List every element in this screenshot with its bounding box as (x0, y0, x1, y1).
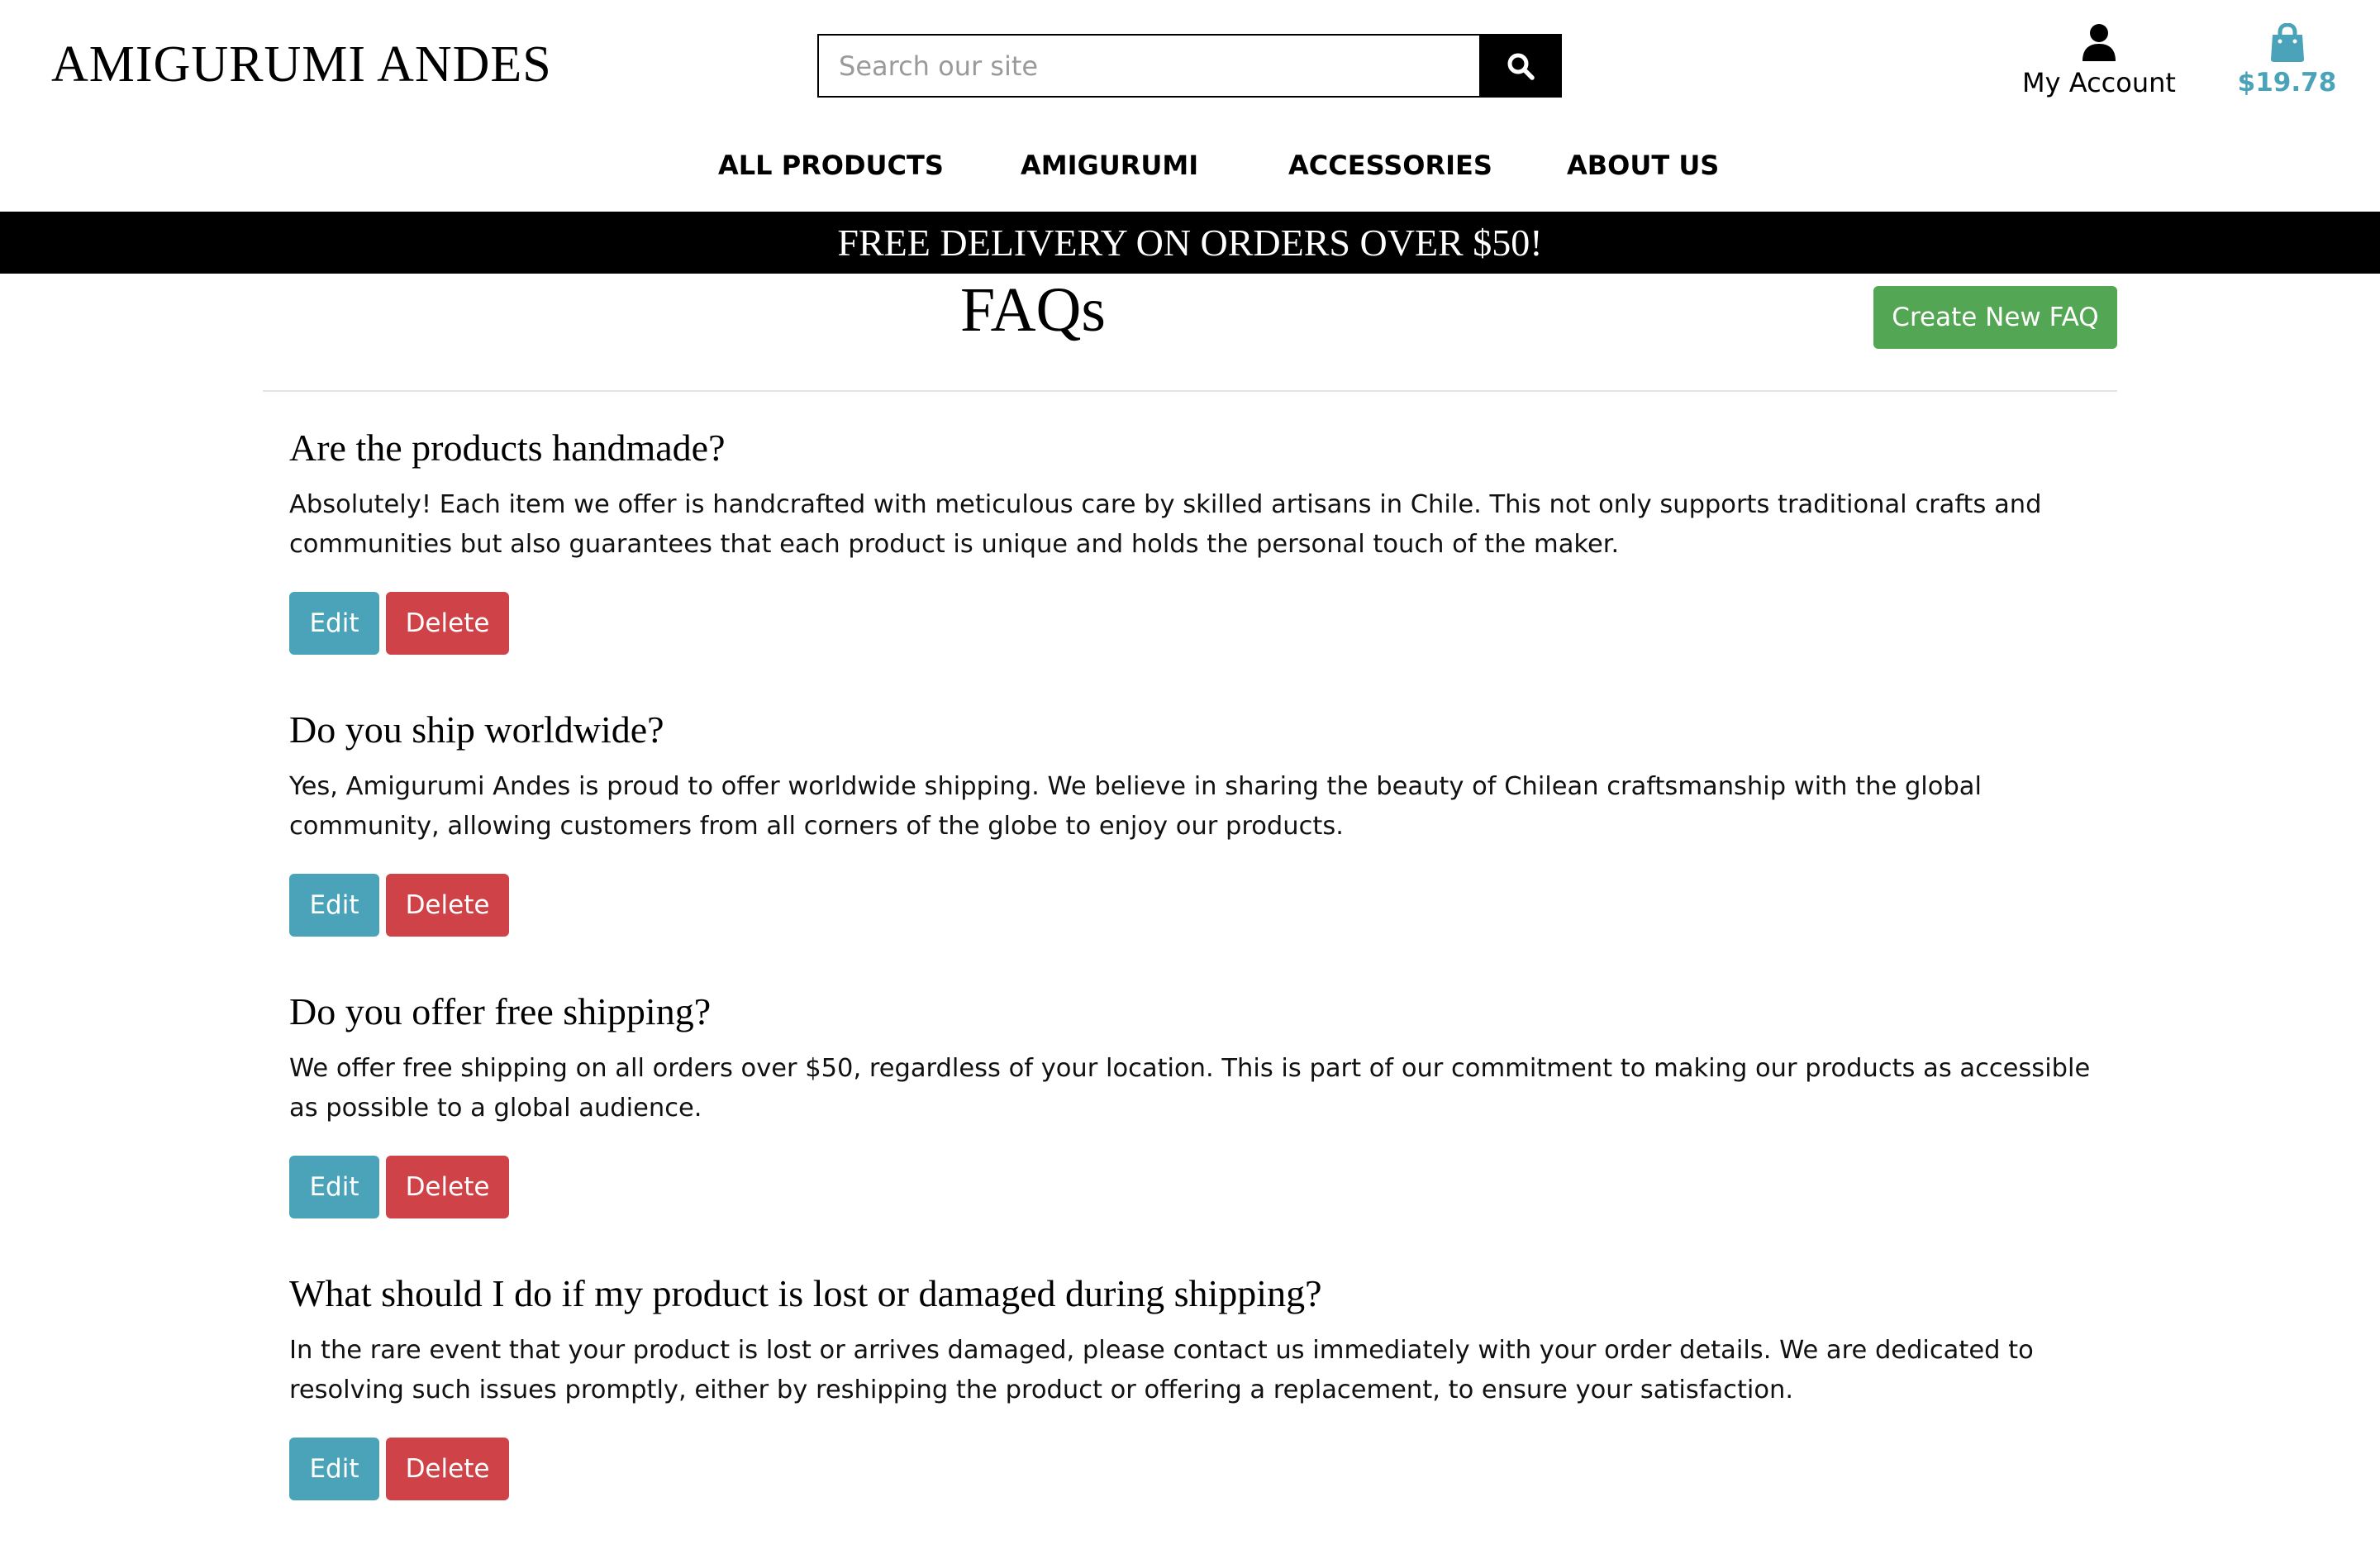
page-title: FAQs (960, 275, 1106, 345)
faq-answer: In the rare event that your product is l… (289, 1336, 2034, 1404)
faq-answer: Absolutely! Each item we offer is handcr… (289, 490, 2042, 559)
faq-actions: Edit Delete (289, 1156, 509, 1218)
faq-item: Are the products handmade? Absolutely! E… (289, 417, 2107, 699)
user-icon (2082, 24, 2116, 61)
delete-faq-button[interactable]: Delete (386, 874, 509, 937)
nav-item-accessories[interactable]: ACCESSORIES (1288, 142, 1492, 188)
my-account-link[interactable]: My Account (2016, 23, 2182, 101)
main-nav: ALL PRODUCTS AMIGURUMI ACCESSORIES ABOUT… (0, 142, 2380, 188)
faq-actions: Edit Delete (289, 1438, 509, 1500)
site-header: AMIGURUMI ANDES My Account $19.78 ALL PR… (0, 0, 2380, 212)
delete-faq-button[interactable]: Delete (386, 1156, 509, 1218)
faq-question: Do you offer free shipping? (289, 990, 712, 1032)
nav-item-amigurumi[interactable]: AMIGURUMI (1021, 142, 1198, 188)
edit-faq-button[interactable]: Edit (289, 592, 379, 655)
my-account-label: My Account (2022, 67, 2176, 98)
edit-faq-button[interactable]: Edit (289, 1438, 379, 1500)
search-form (817, 34, 1562, 98)
nav-item-about-us[interactable]: ABOUT US (1567, 142, 1719, 188)
faq-actions: Edit Delete (289, 592, 509, 655)
nav-item-all-products[interactable]: ALL PRODUCTS (718, 142, 944, 188)
search-button[interactable] (1479, 34, 1562, 98)
edit-faq-button[interactable]: Edit (289, 1156, 379, 1218)
cart-total: $19.78 (2237, 68, 2337, 98)
faq-actions: Edit Delete (289, 874, 509, 937)
faq-answer: We offer free shipping on all orders ove… (289, 1054, 2091, 1123)
search-input[interactable] (817, 34, 1479, 98)
faq-question: What should I do if my product is lost o… (289, 1272, 1322, 1314)
create-new-faq-button[interactable]: Create New FAQ (1873, 286, 2117, 349)
faq-question: Are the products handmade? (289, 427, 726, 469)
shopping-bag-icon (2270, 23, 2304, 62)
delete-faq-button[interactable]: Delete (386, 1438, 509, 1500)
cart-link[interactable]: $19.78 (2231, 23, 2343, 101)
faq-item: What should I do if my product is lost o… (289, 1263, 2107, 1545)
faq-answer: Yes, Amigurumi Andes is proud to offer w… (289, 772, 1982, 841)
site-logo[interactable]: AMIGURUMI ANDES (51, 31, 552, 98)
faq-question: Do you ship worldwide? (289, 708, 664, 751)
faq-item: Do you offer free shipping? We offer fre… (289, 981, 2107, 1263)
edit-faq-button[interactable]: Edit (289, 874, 379, 937)
faq-list: Are the products handmade? Absolutely! E… (289, 417, 2107, 1545)
delete-faq-button[interactable]: Delete (386, 592, 509, 655)
free-delivery-banner: FREE DELIVERY ON ORDERS OVER $50! (0, 212, 2380, 274)
search-icon (1507, 53, 1535, 80)
faq-item: Do you ship worldwide? Yes, Amigurumi An… (289, 699, 2107, 981)
divider (263, 390, 2117, 392)
